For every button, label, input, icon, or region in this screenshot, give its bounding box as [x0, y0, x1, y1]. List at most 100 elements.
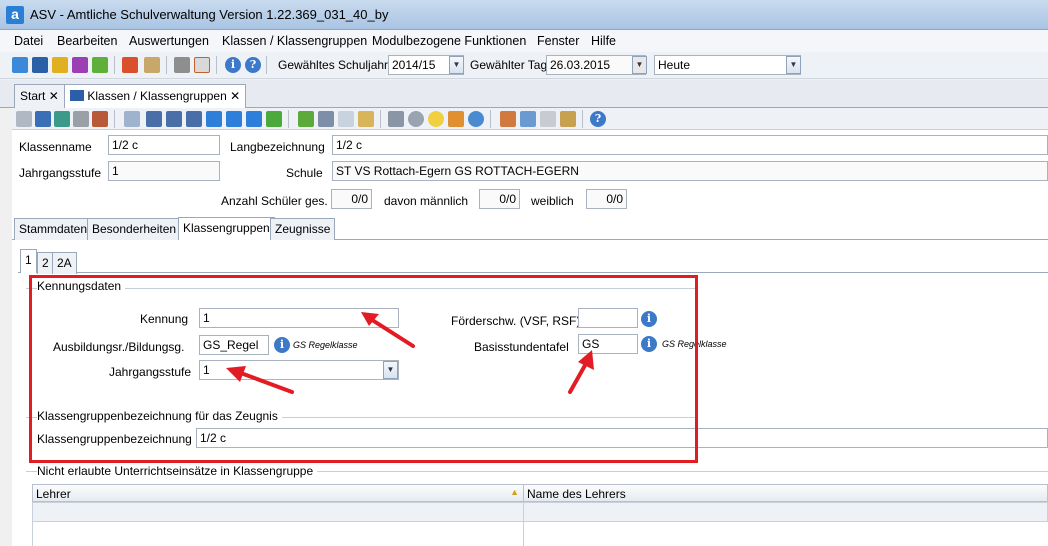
students-icon[interactable]	[12, 57, 28, 73]
toolbar-separator	[114, 56, 115, 74]
disk-icon[interactable]	[408, 111, 424, 127]
arrow-basisstundentafel	[568, 350, 594, 394]
book-icon[interactable]	[122, 57, 138, 73]
tab-besonderheiten[interactable]: Besonderheiten	[87, 218, 182, 240]
menu-datei[interactable]: Datei	[14, 34, 43, 48]
klassenname-field[interactable]: 1/2 c	[108, 135, 220, 155]
column-header-lehrer[interactable]: Lehrer ▲	[32, 484, 524, 502]
tab-group-2a[interactable]: 2A	[52, 252, 77, 274]
copy-icon[interactable]	[174, 57, 190, 73]
chevron-down-icon[interactable]: ▼	[632, 56, 647, 74]
arrow-jahrgangsstufe	[226, 366, 294, 394]
schuljahr-label: Gewähltes Schuljahr	[278, 58, 389, 72]
users-icon[interactable]	[500, 111, 516, 127]
attachment-icon[interactable]	[540, 111, 556, 127]
help-icon[interactable]: ?	[590, 111, 606, 127]
table-row[interactable]	[32, 502, 1048, 522]
new-record-icon[interactable]	[16, 111, 32, 127]
sort-ascending-icon: ▲	[510, 487, 519, 497]
jahrgangsstufe-header-label: Jahrgangsstufe	[19, 166, 102, 180]
first-record-icon[interactable]	[146, 111, 162, 127]
menu-hilfe[interactable]: Hilfe	[591, 34, 616, 48]
toolbar-separator	[266, 56, 267, 74]
chevron-down-icon[interactable]: ▼	[786, 56, 801, 74]
menu-bearbeiten[interactable]: Bearbeiten	[57, 34, 117, 48]
delete-icon[interactable]	[73, 111, 89, 127]
einsaetze-title: Nicht erlaubte Unterrichtseinsätze in Kl…	[37, 464, 318, 478]
close-icon[interactable]: ✕	[230, 89, 240, 103]
last-record-icon[interactable]	[246, 111, 262, 127]
title-bar: a ASV - Amtliche Schulverwaltung Version…	[0, 0, 1048, 30]
tab-stammdaten[interactable]: Stammdaten	[14, 218, 93, 240]
subjects-icon[interactable]	[72, 57, 88, 73]
jahrgangsstufe-header-field: 1	[108, 161, 220, 181]
copy-icon[interactable]	[338, 111, 354, 127]
back-arrow-icon[interactable]	[298, 111, 314, 127]
maennlich-label: davon männlich	[384, 194, 469, 208]
anzahl-field: 0/0	[331, 189, 372, 209]
cut-icon[interactable]	[318, 111, 334, 127]
user-group-icon[interactable]	[520, 111, 536, 127]
app-logo-icon: a	[6, 6, 24, 24]
save-icon[interactable]	[35, 111, 51, 127]
toolbar-separator	[490, 110, 491, 128]
next-record-icon[interactable]	[206, 111, 222, 127]
prev-page-icon[interactable]	[166, 111, 182, 127]
toolbar-separator	[380, 110, 381, 128]
next-page-icon[interactable]	[226, 111, 242, 127]
schedule-icon[interactable]	[92, 57, 108, 73]
prev-record-icon[interactable]	[186, 111, 202, 127]
menu-fenster[interactable]: Fenster	[537, 34, 579, 48]
weiblich-label: weiblich	[531, 194, 574, 208]
toolbar-separator	[216, 56, 217, 74]
tab-group-1[interactable]: 1	[20, 249, 37, 273]
print-icon[interactable]	[388, 111, 404, 127]
paste-icon[interactable]	[358, 111, 374, 127]
refresh-icon[interactable]	[266, 111, 282, 127]
tab-klassen-label: Klassen / Klassengruppen	[87, 89, 227, 103]
menu-modulbezogene-funktionen[interactable]: Modulbezogene Funktionen	[372, 34, 526, 48]
toolbar-separator	[114, 110, 115, 128]
tab-klassen[interactable]: Klassen / Klassengruppen ✕	[64, 84, 247, 108]
window-title: ASV - Amtliche Schulverwaltung Version 1…	[30, 7, 389, 22]
langbezeichnung-field[interactable]: 1/2 c	[332, 135, 1048, 155]
schule-label: Schule	[286, 166, 323, 180]
edit-icon[interactable]	[560, 111, 576, 127]
column-divider	[523, 502, 524, 546]
tab-start-label: Start	[20, 89, 46, 103]
tab-start[interactable]: Start ✕	[14, 84, 65, 108]
toolbar-separator	[166, 56, 167, 74]
document-icon[interactable]	[144, 57, 160, 73]
record-toolbar: ?	[12, 108, 1048, 130]
lightbulb-icon[interactable]	[428, 111, 444, 127]
heute-select[interactable]: Heute	[654, 55, 801, 75]
menu-klassen[interactable]: Klassen / Klassengruppen	[222, 34, 367, 48]
menu-auswertungen[interactable]: Auswertungen	[129, 34, 209, 48]
clock-icon[interactable]	[468, 111, 484, 127]
wizard-icon[interactable]	[448, 111, 464, 127]
schule-field: ST VS Rottach-Egern GS ROTTACH-EGERN	[332, 161, 1048, 181]
menu-bar: Datei Bearbeiten Auswertungen Klassen / …	[0, 30, 1048, 52]
langbezeichnung-label: Langbezeichnung	[230, 140, 325, 154]
undo-icon[interactable]	[54, 111, 70, 127]
help-icon[interactable]: ?	[245, 57, 261, 73]
tag-date-field[interactable]: 26.03.2015	[546, 55, 646, 75]
calendar-icon[interactable]	[194, 57, 210, 73]
toolbar-separator	[582, 110, 583, 128]
teachers-icon[interactable]	[52, 57, 68, 73]
list-icon[interactable]	[124, 111, 140, 127]
klassenname-label: Klassenname	[19, 140, 92, 154]
chevron-down-icon[interactable]: ▼	[449, 56, 464, 74]
class-icon[interactable]	[32, 57, 48, 73]
tab-klassengruppen[interactable]: Klassengruppen	[178, 217, 275, 240]
cancel-icon[interactable]	[92, 111, 108, 127]
close-icon[interactable]: ✕	[49, 89, 59, 103]
arrow-kennung	[361, 312, 415, 348]
info-icon[interactable]: i	[225, 57, 241, 73]
toolbar-separator	[288, 110, 289, 128]
column-header-lehrer-label: Lehrer	[36, 487, 71, 501]
column-header-name[interactable]: Name des Lehrers	[523, 484, 1048, 502]
tab-zeugnisse[interactable]: Zeugnisse	[270, 218, 336, 240]
content-panel: Klassenname 1/2 c Langbezeichnung 1/2 c …	[12, 130, 1048, 546]
tag-label: Gewählter Tag	[470, 58, 548, 72]
